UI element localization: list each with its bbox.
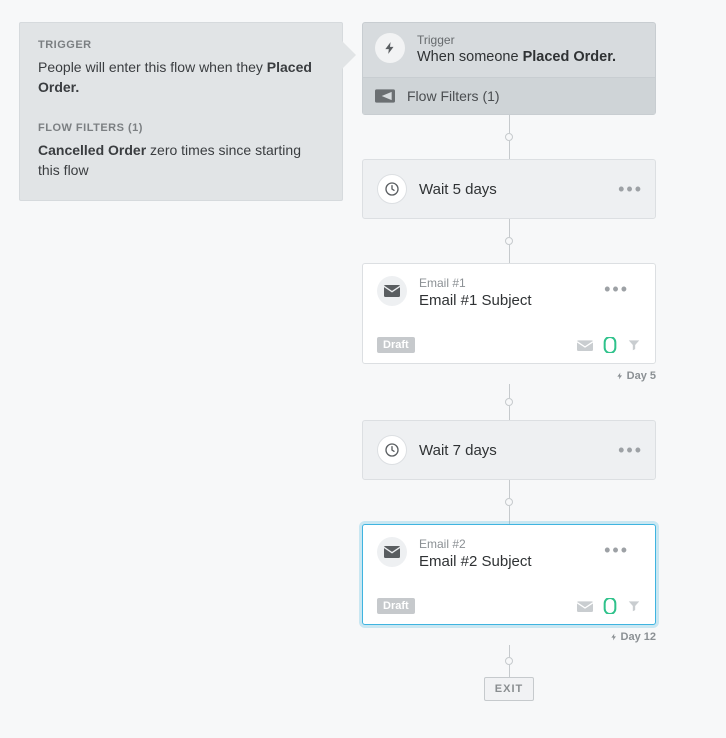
email-1-eyebrow: Email #1 [419,276,532,290]
connector-5 [362,645,656,677]
email-card-2[interactable]: Email #2 Email #2 Subject ••• Draft [362,524,656,625]
email-1-status-badge: Draft [377,337,415,353]
smart-send-icon[interactable] [577,600,593,612]
flow-filters-row[interactable]: Flow Filters (1) [363,77,655,114]
email-2-more-icon[interactable]: ••• [604,541,629,559]
wait-card-1[interactable]: Wait 5 days ••• [362,159,656,219]
flow-filters-label: Flow Filters (1) [407,88,500,104]
exit-node: EXIT [484,677,534,701]
lightning-icon [375,33,405,63]
email-icon [377,276,407,306]
connector-3 [362,384,656,420]
trigger-card[interactable]: Trigger When someone Placed Order. Flow … [362,22,656,115]
email-1-more-icon[interactable]: ••• [604,280,629,298]
wait-1-more-icon[interactable]: ••• [618,180,643,198]
utm-icon[interactable] [603,598,617,614]
email-2-eyebrow: Email #2 [419,537,532,551]
email-1-day-marker: Day 5 [616,370,656,382]
trigger-description: People will enter this flow when they Pl… [38,57,324,98]
email-icon [377,537,407,567]
wait-2-text: Wait 7 days [419,442,497,459]
wait-1-text: Wait 5 days [419,181,497,198]
smart-send-icon[interactable] [577,339,593,351]
trigger-card-eyebrow: Trigger [417,33,616,47]
trigger-card-line-bold: Placed Order. [523,49,617,65]
email-1-day-label: Day 5 [627,370,656,382]
email-2-status-badge: Draft [377,598,415,614]
email-2-day-label: Day 12 [621,631,656,643]
flow-filters-section-label: FLOW FILTERS (1) [38,122,324,134]
clock-icon [377,174,407,204]
additional-filter-icon[interactable] [627,338,641,352]
connector-2 [362,219,656,263]
trigger-desc-pre: People will enter this flow when they [38,59,267,75]
trigger-card-line-pre: When someone [417,49,523,65]
email-2-subject: Email #2 Subject [419,553,532,570]
info-panel-arrow [342,41,356,69]
trigger-card-line: When someone Placed Order. [417,49,616,65]
connector-1 [362,115,656,159]
wait-card-2[interactable]: Wait 7 days ••• [362,420,656,480]
clock-icon [377,435,407,465]
trigger-section-label: TRIGGER [38,39,324,51]
connector-4 [362,480,656,524]
filter-icon [375,89,395,103]
additional-filter-icon[interactable] [627,599,641,613]
flow-filter-description: Cancelled Order zero times since startin… [38,140,324,181]
utm-icon[interactable] [603,337,617,353]
email-1-subject: Email #1 Subject [419,292,532,309]
filter-desc-bold: Cancelled Order [38,142,146,158]
email-card-1[interactable]: Email #1 Email #1 Subject ••• Draft [362,263,656,364]
wait-2-more-icon[interactable]: ••• [618,441,643,459]
email-2-day-marker: Day 12 [610,631,656,643]
trigger-info-panel: TRIGGER People will enter this flow when… [19,22,343,201]
